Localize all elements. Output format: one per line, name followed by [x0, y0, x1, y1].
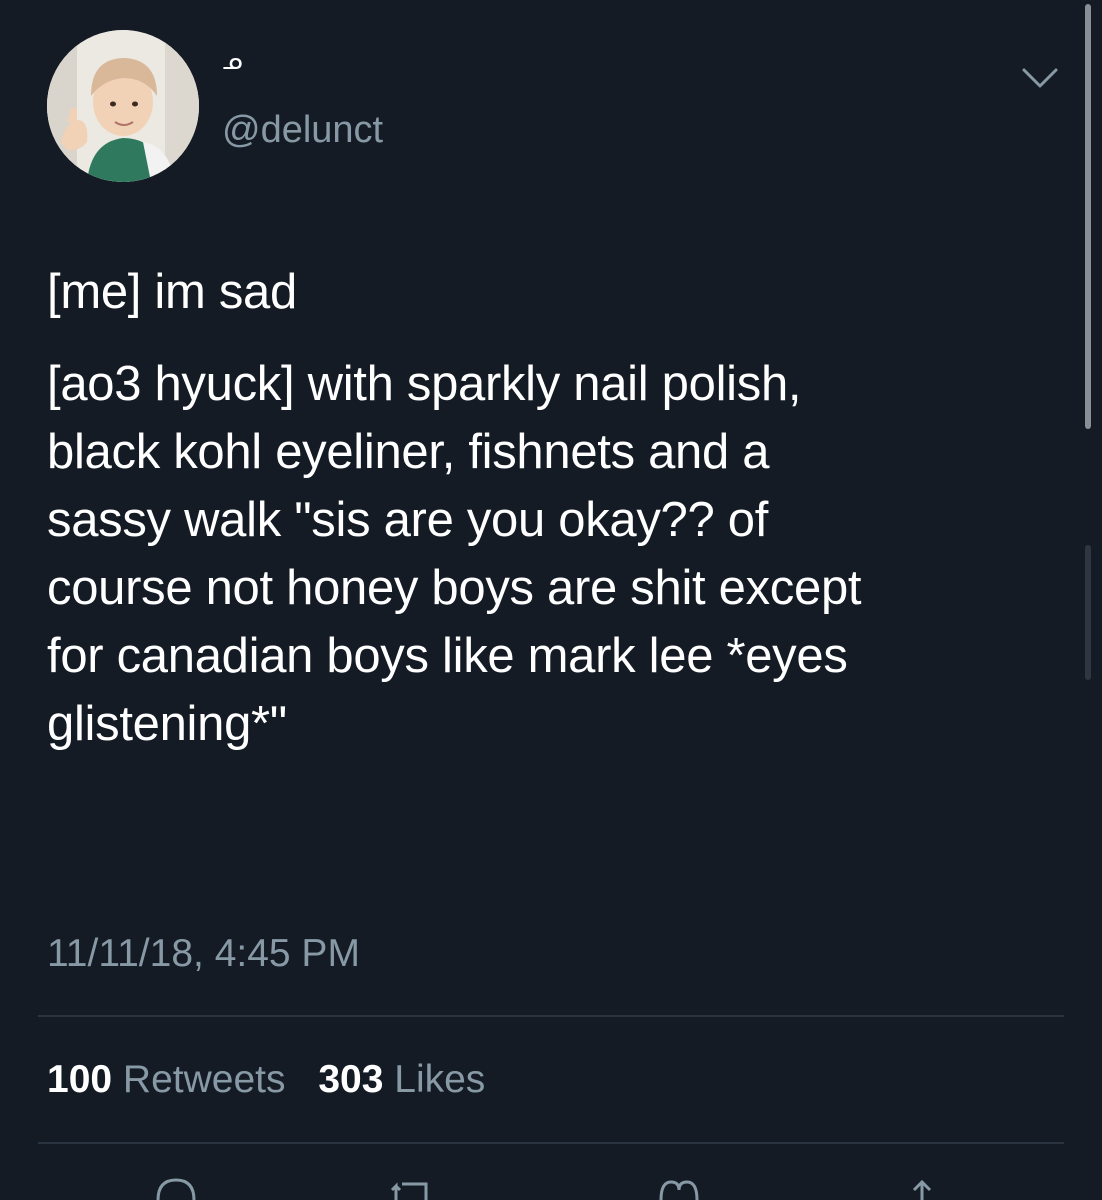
tweet-paragraph: [me] im sad [47, 258, 1057, 326]
tweet-detail: ᓄ @delunct [me] im sad [ao3 hyuck] with … [0, 0, 1102, 1200]
chevron-down-icon[interactable] [1018, 62, 1062, 94]
scrollbar-thumb[interactable] [1085, 4, 1091, 429]
display-name[interactable]: ᓄ [222, 48, 242, 76]
retweets-stat[interactable]: 100 Retweets [47, 1058, 286, 1101]
tweet-timestamp[interactable]: 11/11/18, 4:45 PM [47, 932, 360, 976]
tweet-line: [me] im sad [47, 265, 297, 319]
reply-icon[interactable] [152, 1170, 200, 1200]
tweet-actions [0, 1170, 1102, 1200]
tweet-line: for canadian boys like mark lee *eyes [47, 629, 848, 683]
user-handle[interactable]: @delunct [222, 108, 383, 152]
avatar[interactable] [47, 30, 199, 182]
likes-count: 303 [318, 1058, 384, 1101]
divider [38, 1015, 1064, 1017]
tweet-line: glistening*" [47, 697, 287, 751]
tweet-stats: 100 Retweets 303 Likes [47, 1058, 507, 1102]
retweets-label: Retweets [122, 1058, 286, 1101]
tweet-line: sassy walk "sis are you okay?? of [47, 493, 769, 547]
likes-stat[interactable]: 303 Likes [318, 1058, 485, 1101]
retweet-icon[interactable] [388, 1170, 436, 1200]
divider [38, 1142, 1064, 1144]
likes-label: Likes [394, 1058, 486, 1101]
tweet-line: black kohl eyeliner, fishnets and a [47, 425, 770, 479]
retweets-count: 100 [47, 1058, 113, 1101]
tweet-line: [ao3 hyuck] with sparkly nail polish, [47, 357, 802, 411]
tweet-paragraph: [ao3 hyuck] with sparkly nail polish, bl… [47, 350, 1057, 758]
tweet-text: [me] im sad [ao3 hyuck] with sparkly nai… [47, 258, 1057, 782]
share-icon[interactable] [898, 1170, 946, 1200]
like-icon[interactable] [655, 1170, 703, 1200]
tweet-line: course not honey boys are shit except [47, 561, 862, 615]
scrollbar-track-segment [1085, 545, 1091, 680]
